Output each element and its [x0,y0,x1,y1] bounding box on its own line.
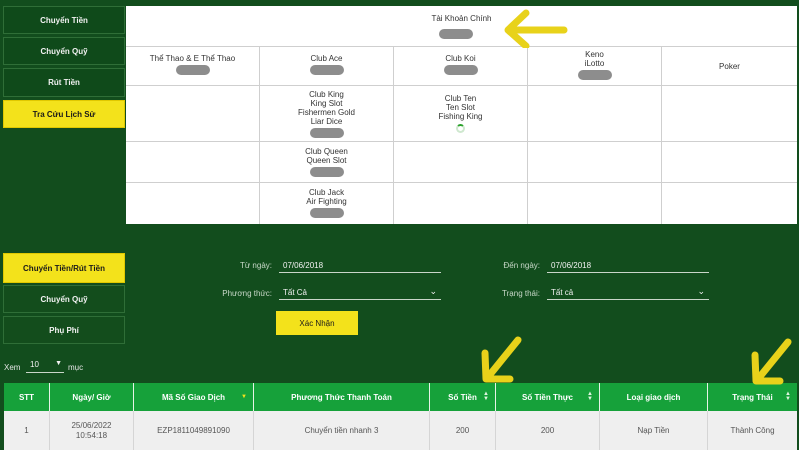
header-label: Loại giao dịch [626,392,681,402]
sort-icon: ▲ ▼ [785,391,791,402]
empty-cell [528,86,662,142]
wallet-label: Club King King Slot Fishermen Gold Liar … [298,90,355,126]
wallet-label: Thể Thao & E Thể Thao [149,54,236,63]
wallet-label: Club Ten Ten Slot Fishing King [438,94,483,121]
from-date-label: Từ ngày: [239,261,272,270]
page-size-select[interactable]: 10 ▼ [26,360,64,373]
empty-cell [528,183,662,224]
chevron-down-icon: ⌄ [429,286,437,296]
col-header-datetime[interactable]: Ngày/ Giờ [50,383,134,411]
header-label: Số Tiền Thực [522,392,573,402]
empty-cell [126,183,260,224]
empty-cell [528,142,662,183]
wallet-label: Club Koi [445,54,476,63]
sort-icon: ▼ [241,393,247,400]
page-size-value: 10 [30,360,39,369]
balance-panel: Tài Khoản Chính Thể Thao & E Thể Thao Cl… [126,6,797,224]
menu-history[interactable]: Tra Cứu Lịch Sử [3,100,125,128]
page-size-prefix: Xem [4,363,21,372]
status-select[interactable]: Tất cả ⌄ [547,285,709,300]
wallet-balance [175,65,210,75]
table-cell-payment-method: Chuyển tiền nhanh 3 [254,411,430,450]
page-size-suffix: mục [68,363,84,372]
wallet-keno: Keno iLotto [528,46,662,86]
empty-cell [126,142,260,183]
col-header-transaction-id[interactable]: Mã Số Giao Dịch ▼ [134,383,254,411]
header-label: STT [18,392,35,402]
status-value: Tất cả [551,287,574,297]
header-label: Phương Thức Thanh Toán [291,392,392,402]
wallet-balance [443,65,478,75]
main-account-header: Tài Khoản Chính [126,6,797,47]
wallet-club-koi: Club Koi [394,46,528,86]
wallet-balance [309,65,344,75]
header-label: Số Tiền [448,392,477,402]
empty-cell [394,142,528,183]
wallet-club-queen: Club Queen Queen Slot [260,142,394,183]
status-label: Trạng thái: [502,289,540,298]
method-value: Tất Cả [283,287,308,297]
menu-transfer[interactable]: Chuyển Tiền [3,6,125,34]
method-label: Phương thức: [222,289,272,298]
col-header-stt[interactable]: STT [4,383,50,411]
wallet-label: Poker [719,62,740,71]
wallet-label: Club Ace [310,54,343,63]
arrow-down-left-icon [751,338,792,385]
chevron-down-icon: ⌄ [697,286,705,296]
table-cell-datetime: 25/06/2022 10:54:18 [50,411,134,450]
menu-transfer-withdraw[interactable]: Chuyển Tiền/Rút Tiền [3,253,125,283]
wallet-label: Keno iLotto [584,50,605,68]
empty-cell [662,183,797,224]
sort-icon: ▲ ▼ [483,391,489,402]
col-header-payment-method[interactable]: Phương Thức Thanh Toán [254,383,430,411]
confirm-button[interactable]: Xác Nhận [276,311,358,335]
wallet-balance [577,70,612,80]
header-label: Ngày/ Giờ [72,392,111,402]
main-account-label: Tài Khoản Chính [431,14,492,23]
empty-cell [394,183,528,224]
table-cell-stt: 1 [4,411,50,450]
menu-withdraw[interactable]: Rút Tiền [3,68,125,97]
table-cell-transaction-id: EZP1811049891090 [134,411,254,450]
menu-fund-transfer[interactable]: Chuyển Quỹ [3,37,125,65]
wallet-balance [309,208,344,218]
empty-cell [126,86,260,142]
wallet-poker: Poker [662,46,797,86]
col-header-amount[interactable]: Số Tiền ▲ ▼ [430,383,496,411]
empty-cell [662,142,797,183]
arrow-left-icon [504,9,568,48]
to-date-input[interactable]: 07/06/2018 [547,258,709,273]
wallet-club-ten: Club Ten Ten Slot Fishing King [394,86,528,142]
to-date-label: Đến ngày: [503,261,540,270]
wallet-balance [309,167,344,177]
wallet-sports: Thể Thao & E Thể Thao [126,46,260,86]
wallet-balance [309,128,344,138]
caret-down-icon: ▼ [55,360,62,367]
method-select[interactable]: Tất Cả ⌄ [279,285,441,300]
loading-spinner-icon [456,124,465,133]
sort-icon: ▲ ▼ [587,391,593,402]
from-date-input[interactable]: 07/06/2018 [279,258,441,273]
empty-cell [662,86,797,142]
wallet-label: Club Queen Queen Slot [305,147,348,165]
table-cell-status: Thành Công [708,411,797,450]
header-label: Trạng Thái [732,392,773,402]
col-header-status[interactable]: Trạng Thái ▲ ▼ [708,383,797,411]
main-balance-value [439,29,473,39]
arrow-down-left-icon [481,336,522,383]
wallet-club-ace: Club Ace [260,46,394,86]
header-label: Mã Số Giao Dịch [161,392,226,402]
wallet-club-king: Club King King Slot Fishermen Gold Liar … [260,86,394,142]
menu-fees[interactable]: Phụ Phí [3,316,125,344]
wallet-club-jack: Club Jack Air Fighting [260,183,394,224]
wallet-label: Club Jack Air Fighting [306,188,347,206]
table-cell-amount: 200 [430,411,496,450]
table-cell-transaction-type: Nạp Tiền [600,411,708,450]
col-header-transaction-type[interactable]: Loại giao dịch [600,383,708,411]
table-cell-actual-amount: 200 [496,411,600,450]
col-header-actual-amount[interactable]: Số Tiền Thực ▲ ▼ [496,383,600,411]
menu-fund-transfer-history[interactable]: Chuyển Quỹ [3,285,125,313]
